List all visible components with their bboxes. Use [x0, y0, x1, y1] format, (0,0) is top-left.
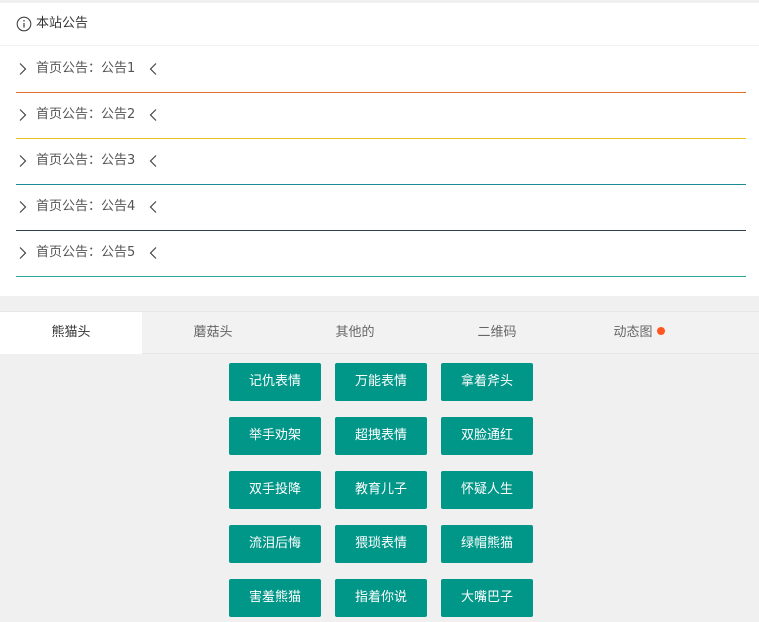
emoji-category-button[interactable]: 教育儿子 — [335, 471, 427, 509]
emoji-category-button[interactable]: 超拽表情 — [335, 417, 427, 455]
chevron-right-icon — [19, 109, 27, 121]
info-circle-icon — [16, 16, 32, 32]
chevron-right-icon — [19, 63, 27, 75]
emoji-category-button[interactable]: 万能表情 — [335, 363, 427, 401]
chevron-right-icon — [19, 155, 27, 167]
emoji-category-button[interactable]: 拿着斧头 — [441, 363, 533, 401]
chevron-left-icon — [149, 155, 157, 167]
notice-text: 首页公告：公告1 — [36, 61, 136, 76]
notice-text: 首页公告：公告5 — [36, 245, 136, 260]
tab-label: 二维码 — [477, 325, 517, 340]
emoji-category-button[interactable]: 大嘴巴子 — [441, 579, 533, 617]
tab-label: 蘑菇头 — [193, 325, 233, 340]
notice-text: 首页公告：公告3 — [36, 153, 136, 168]
emoji-category-button[interactable]: 记仇表情 — [229, 363, 321, 401]
emoji-category-button[interactable]: 指着你说 — [335, 579, 427, 617]
emoji-category-button[interactable]: 举手劝架 — [229, 417, 321, 455]
chevron-left-icon — [149, 63, 157, 75]
tab-bar: 熊猫头 蘑菇头 其他的 二维码 动态图 — [0, 311, 759, 354]
new-badge-dot — [656, 327, 665, 335]
emoji-category-button[interactable]: 绿帽熊猫 — [441, 525, 533, 563]
chevron-left-icon — [149, 247, 157, 259]
emoji-category-button[interactable]: 怀疑人生 — [441, 471, 533, 509]
chevron-right-icon — [19, 201, 27, 213]
tab-4[interactable]: 动态图 — [568, 312, 710, 353]
notice-item[interactable]: 首页公告：公告1 — [16, 46, 746, 93]
notice-text: 首页公告：公告2 — [36, 107, 136, 122]
notice-item[interactable]: 首页公告：公告4 — [16, 184, 746, 231]
emoji-category-button[interactable]: 流泪后悔 — [229, 525, 321, 563]
emoji-category-button[interactable]: 双脸通红 — [441, 417, 533, 455]
tab-0[interactable]: 熊猫头 — [0, 312, 142, 354]
tab-label: 其他的 — [335, 325, 375, 340]
panel-header: 本站公告 — [0, 3, 759, 46]
tab-1[interactable]: 蘑菇头 — [142, 312, 284, 353]
notice-text: 首页公告：公告4 — [36, 199, 136, 214]
chevron-left-icon — [149, 201, 157, 213]
tab-3[interactable]: 二维码 — [426, 312, 568, 353]
tab-2[interactable]: 其他的 — [284, 312, 426, 353]
notice-item[interactable]: 首页公告：公告3 — [16, 138, 746, 185]
panel-title: 本站公告 — [36, 16, 89, 31]
chevron-right-icon — [19, 247, 27, 259]
tab-label: 熊猫头 — [51, 325, 91, 340]
emoji-category-button[interactable]: 害羞熊猫 — [229, 579, 321, 617]
notice-item[interactable]: 首页公告：公告5 — [16, 230, 746, 277]
notice-item[interactable]: 首页公告：公告2 — [16, 92, 746, 139]
chevron-left-icon — [149, 109, 157, 121]
emoji-category-button[interactable]: 猥琐表情 — [335, 525, 427, 563]
emoji-category-button[interactable]: 双手投降 — [229, 471, 321, 509]
tab-label: 动态图 — [613, 325, 653, 340]
notice-panel: 本站公告 首页公告：公告1 首页公告：公告2 首页公告：公告3 首页公告：公告4 首页公… — [0, 3, 759, 296]
